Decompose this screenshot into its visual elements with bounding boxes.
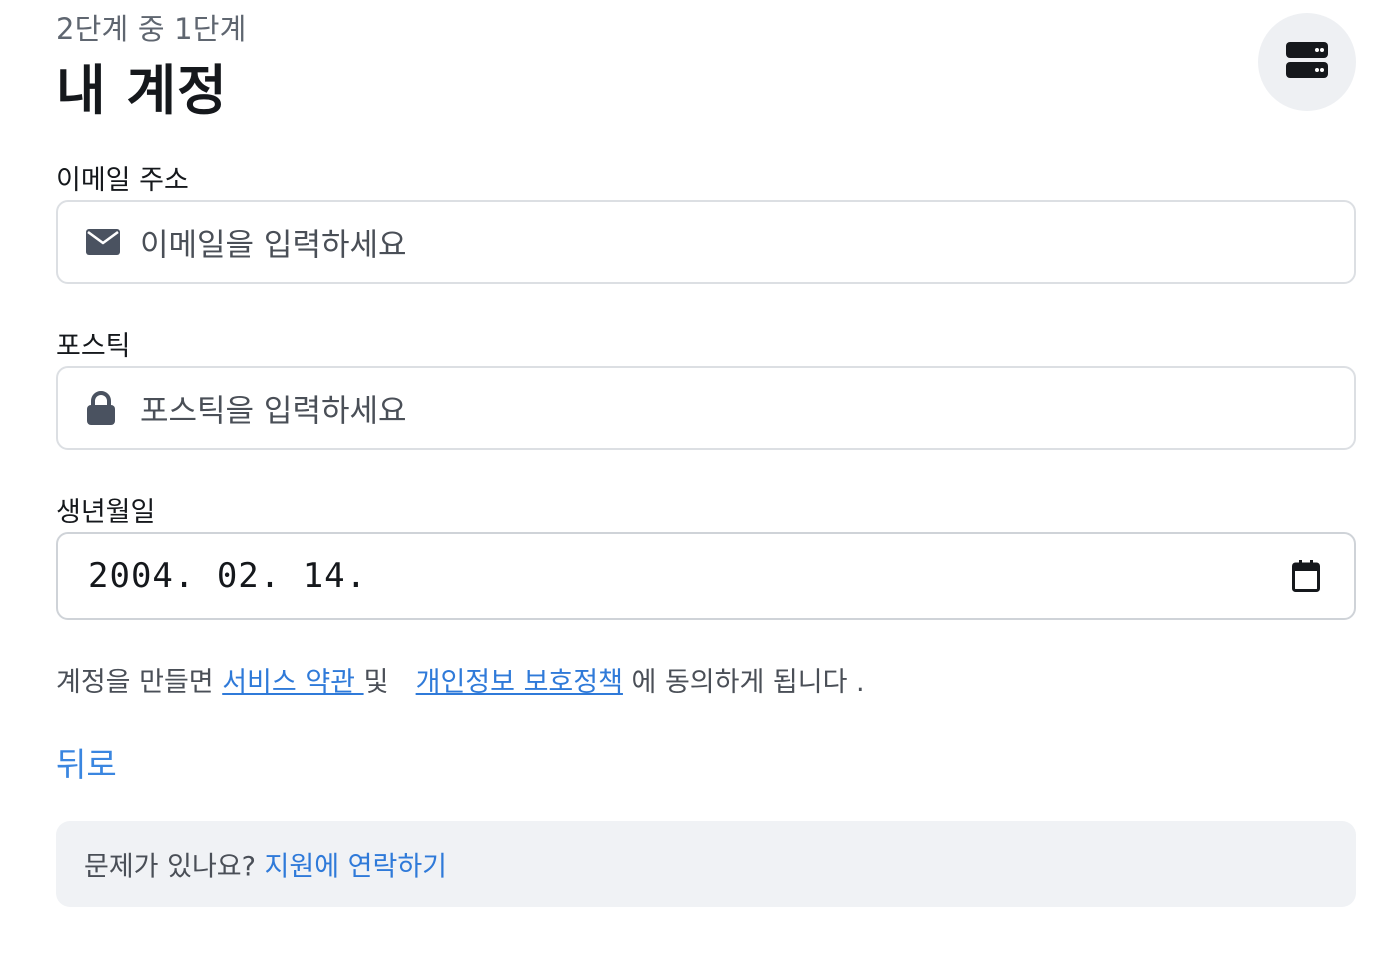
contact-support-link[interactable]: 지원에 연락하기 [265, 852, 447, 883]
calendar-icon[interactable] [1292, 560, 1320, 592]
terms-prefix: 계정을 만들면 [56, 667, 214, 698]
account-form-page: 2단계 중 1단계 내 계정 이메일 주소 이메일을 입력하세요 포스틱 포스틱… [56, 0, 1356, 960]
terms-notice: 계정을 만들면 서비스 약관 및 개인정보 보호정책 에 동의하게 됩니다 . [56, 660, 865, 699]
terms-conjunction: 및 [363, 667, 389, 698]
terms-suffix: 에 동의하게 됩니다 . [631, 667, 865, 698]
birthdate-value: 2004. 02. 14. [88, 556, 368, 596]
password-label: 포스틱 [56, 331, 131, 362]
help-banner: 문제가 있나요? 지원에 연락하기 [56, 821, 1356, 907]
page-title: 내 계정 [56, 59, 228, 122]
envelope-icon [86, 229, 120, 255]
password-placeholder: 포스틱을 입력하세요 [140, 393, 407, 430]
server-settings-button[interactable] [1258, 13, 1356, 111]
birthdate-field[interactable]: 2004. 02. 14. [56, 532, 1356, 620]
help-question: 문제가 있나요? [84, 851, 256, 883]
server-icon [1286, 42, 1328, 82]
password-field[interactable]: 포스틱을 입력하세요 [56, 366, 1356, 450]
email-placeholder: 이메일을 입력하세요 [140, 227, 407, 264]
email-field[interactable]: 이메일을 입력하세요 [56, 200, 1356, 284]
lock-icon [86, 391, 116, 425]
terms-of-service-link[interactable]: 서비스 약관 [222, 667, 363, 698]
privacy-policy-link[interactable]: 개인정보 보호정책 [416, 667, 623, 698]
step-indicator: 2단계 중 1단계 [56, 12, 247, 46]
email-label: 이메일 주소 [56, 165, 189, 196]
back-button[interactable]: 뒤로 [56, 738, 117, 786]
birthdate-label: 생년월일 [56, 497, 156, 528]
